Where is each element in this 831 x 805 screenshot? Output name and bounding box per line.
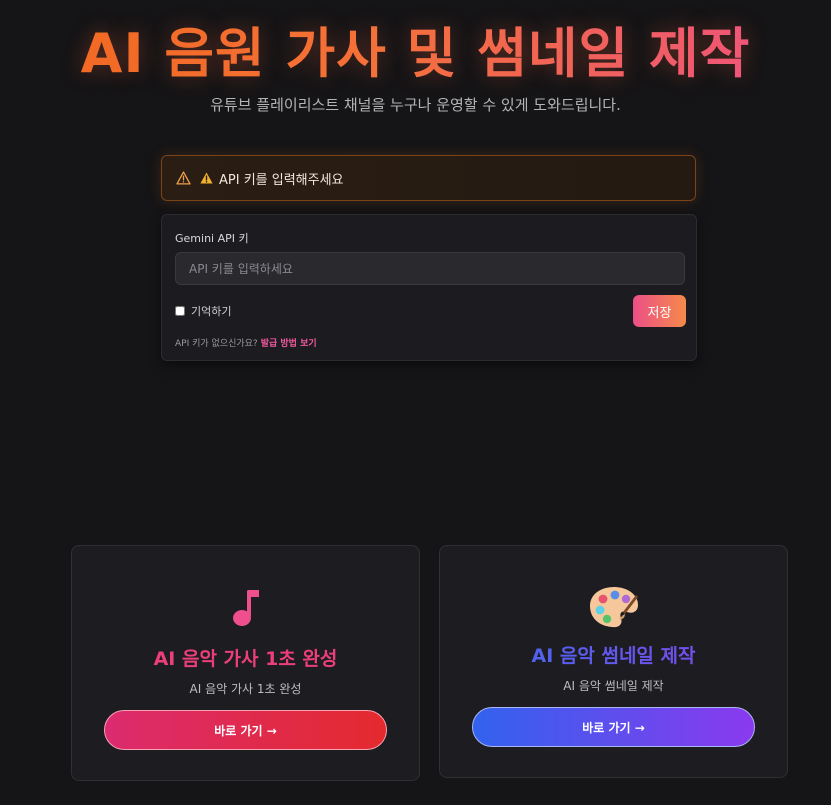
music-note-icon bbox=[232, 590, 259, 626]
api-key-label: Gemini API 키 bbox=[175, 232, 249, 245]
lyrics-card-title: AI 음악 가사 1초 완성 bbox=[153, 648, 338, 670]
remember-label: 기억하기 bbox=[191, 305, 232, 318]
palette-icon bbox=[589, 587, 638, 628]
thumbnail-card-description: AI 음악 썸네일 제작 bbox=[563, 679, 664, 693]
page-title: AI 음원 가사 및 썸네일 제작 bbox=[0, 18, 831, 90]
remember-option[interactable]: 기억하기 bbox=[175, 303, 231, 319]
api-key-input[interactable] bbox=[175, 252, 685, 285]
hint-text: API 키가 없으신가요? bbox=[175, 339, 258, 349]
api-key-alert: API 키를 입력해주세요 bbox=[161, 155, 696, 201]
alert-message: API 키를 입력해주세요 bbox=[219, 172, 344, 188]
api-key-hint: API 키가 없으신가요? 발급 방법 보기 bbox=[175, 336, 317, 349]
thumbnail-card: AI 음악 썸네일 제작 AI 음악 썸네일 제작 바로 가기 → bbox=[439, 545, 788, 778]
remember-checkbox[interactable] bbox=[175, 306, 185, 316]
lyrics-card: AI 음악 가사 1초 완성 AI 음악 가사 1초 완성 바로 가기 → bbox=[71, 545, 420, 781]
thumbnail-card-title: AI 음악 썸네일 제작 bbox=[440, 641, 787, 668]
lyrics-card-description: AI 음악 가사 1초 완성 bbox=[189, 682, 302, 696]
issue-guide-link[interactable]: 발급 방법 보기 bbox=[261, 339, 317, 349]
lyrics-go-button[interactable]: 바로 가기 → bbox=[104, 710, 387, 750]
thumbnail-go-button[interactable]: 바로 가기 → bbox=[472, 707, 755, 747]
warning-outline-icon bbox=[176, 171, 191, 185]
warning-icon bbox=[200, 172, 213, 184]
save-button[interactable]: 저장 bbox=[633, 295, 686, 327]
page-subtitle: 유튜브 플레이리스트 채널을 누구나 운영할 수 있게 도와드립니다. bbox=[210, 96, 621, 114]
api-key-panel: Gemini API 키 기억하기 저장 API 키가 없으신가요?발급 방법 … bbox=[161, 214, 697, 361]
